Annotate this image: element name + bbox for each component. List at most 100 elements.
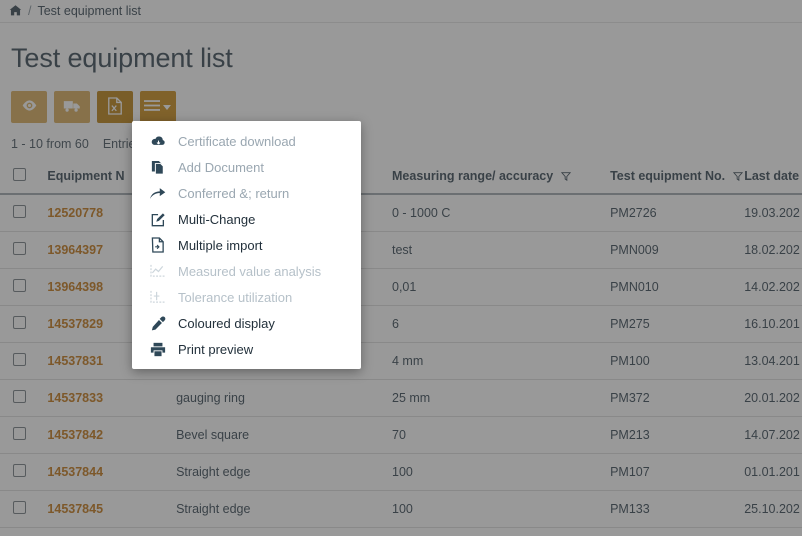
menu-item-conferred-return[interactable]: Conferred &; return [132,180,361,206]
printer-icon [150,341,166,357]
table-container: Equipment N Measuring range/ accuracy [0,151,802,536]
cell-measuring-range: 70 [386,417,604,454]
table-row[interactable]: 13964397 test PMN009 18.02.202 [0,232,802,269]
filter-icon-measuring-range[interactable] [561,170,571,184]
table-row[interactable]: 14537831 4 mm PM100 13.04.201 [0,343,802,380]
column-header-select-all [0,160,41,194]
menu-item-tolerance-utilization: Tolerance utilization [132,284,361,310]
cell-equipment-no: 14537833 [41,380,170,417]
menu-item-coloured-display[interactable]: Coloured display [132,310,361,336]
truck-icon [63,98,81,117]
cell-equipment-no: 14537844 [41,454,170,491]
menu-item-label: Multiple import [178,238,263,253]
column-header-measuring-range[interactable]: Measuring range/ accuracy [386,160,604,194]
row-select-cell [0,454,41,491]
row-select-cell [0,269,41,306]
cell-last-date: 27.06.202 [738,528,802,536]
actions-dropdown-menu: Certificate download Add Document Confer… [132,121,361,369]
cell-name: Universal protractor [170,528,386,536]
row-checkbox[interactable] [13,316,26,329]
cell-measuring-range: 0,01 [386,269,604,306]
equipment-no-link[interactable]: 14537845 [47,502,103,516]
cell-test-equipment-no: PM2726 [604,194,738,232]
menu-item-label: Conferred &; return [178,186,289,201]
menu-item-label: Certificate download [178,134,296,149]
equipment-no-link[interactable]: 13964398 [47,280,103,294]
menu-item-multi-change[interactable]: Multi-Change [132,206,361,232]
table-row[interactable]: 12520778 t 0 - 1000 C PM2726 19.03.202 [0,194,802,232]
equipment-no-link[interactable]: 14537844 [47,465,103,479]
cell-last-date: 19.03.202 [738,194,802,232]
cell-last-date: 18.02.202 [738,232,802,269]
row-select-cell [0,417,41,454]
select-all-checkbox[interactable] [13,168,26,181]
breadcrumb-current[interactable]: Test equipment list [37,4,141,18]
menu-item-multiple-import[interactable]: Multiple import [132,232,361,258]
row-checkbox[interactable] [13,279,26,292]
cell-test-equipment-no: PM133 [604,491,738,528]
cell-equipment-no: 14537846 [41,528,170,536]
delivery-button[interactable] [54,91,90,123]
menu-item-certificate-download[interactable]: Certificate download [132,128,361,154]
column-header-last-date[interactable]: Last date [738,160,802,194]
home-icon[interactable] [9,4,22,17]
row-select-cell [0,491,41,528]
table-row[interactable]: 14537846 Universal protractor 100 PM457 … [0,528,802,536]
cell-test-equipment-no: PMN010 [604,269,738,306]
cell-test-equipment-no: PM457 [604,528,738,536]
menu-item-print-preview[interactable]: Print preview [132,336,361,362]
equipment-no-link[interactable]: 14537842 [47,428,103,442]
table-row[interactable]: 14537829 6 PM275 16.10.201 [0,306,802,343]
cell-name: Straight edge [170,454,386,491]
table-row[interactable]: 13964398 ice 0,01 PMN010 14.02.202 [0,269,802,306]
equipment-no-link[interactable]: 12520778 [47,206,103,220]
row-checkbox[interactable] [13,242,26,255]
excel-export-button[interactable] [97,91,133,123]
equipment-no-link[interactable]: 13964397 [47,243,103,257]
row-select-cell [0,528,41,536]
column-header-test-equipment-no[interactable]: Test equipment No. [604,160,738,194]
row-checkbox[interactable] [13,427,26,440]
table-body: 12520778 t 0 - 1000 C PM2726 19.03.202 1… [0,194,802,536]
cell-test-equipment-no: PM100 [604,343,738,380]
menu-item-add-document[interactable]: Add Document [132,154,361,180]
equipment-no-link[interactable]: 14537829 [47,317,103,331]
cell-test-equipment-no: PM107 [604,454,738,491]
row-checkbox[interactable] [13,390,26,403]
cell-test-equipment-no: PM275 [604,306,738,343]
equipment-no-link[interactable]: 14537831 [47,354,103,368]
cell-last-date: 13.04.201 [738,343,802,380]
file-import-icon [150,237,166,253]
breadcrumb: / Test equipment list [0,0,802,23]
chart-line-icon [150,263,166,279]
cloud-download-icon [150,133,166,149]
hamburger-icon [144,99,160,115]
cell-last-date: 25.10.202 [738,491,802,528]
excel-file-icon [107,97,123,118]
table-header-row: Equipment N Measuring range/ accuracy [0,160,802,194]
cell-last-date: 01.01.201 [738,454,802,491]
page-title: Test equipment list [0,23,802,74]
row-checkbox[interactable] [13,501,26,514]
table-row[interactable]: 14537844 Straight edge 100 PM107 01.01.2… [0,454,802,491]
actions-menu-button[interactable] [140,91,176,123]
cell-measuring-range: 100 [386,454,604,491]
equipment-no-link[interactable]: 14537833 [47,391,103,405]
cell-measuring-range: 100 [386,491,604,528]
row-select-cell [0,380,41,417]
row-checkbox[interactable] [13,353,26,366]
table-row[interactable]: 14537833 gauging ring 25 mm PM372 20.01.… [0,380,802,417]
table-row[interactable]: 14537845 Straight edge 100 PM133 25.10.2… [0,491,802,528]
menu-item-label: Tolerance utilization [178,290,292,305]
filter-icon-test-equipment-no[interactable] [733,170,743,184]
menu-item-measured-value-analysis: Measured value analysis [132,258,361,284]
row-checkbox[interactable] [13,205,26,218]
column-label-test-equipment-no: Test equipment No. [610,169,725,183]
row-select-cell [0,306,41,343]
cell-last-date: 14.07.202 [738,417,802,454]
table-row[interactable]: 14537842 Bevel square 70 PM213 14.07.202 [0,417,802,454]
cell-name: gauging ring [170,380,386,417]
row-checkbox[interactable] [13,464,26,477]
preview-button[interactable] [11,91,47,123]
column-label-measuring-range: Measuring range/ accuracy [392,169,553,183]
